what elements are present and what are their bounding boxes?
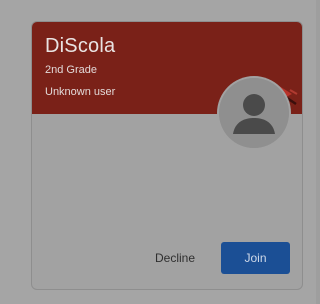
account-circle-icon [219,78,289,148]
decline-button[interactable]: Decline [140,242,210,274]
join-button[interactable]: Join [221,242,290,274]
class-owner: Unknown user [45,86,116,98]
class-title: DiScola [45,35,116,57]
class-section: 2nd Grade [45,64,97,76]
class-invite-card: DiScola 2nd Grade Unknown user Decline J… [31,21,303,290]
